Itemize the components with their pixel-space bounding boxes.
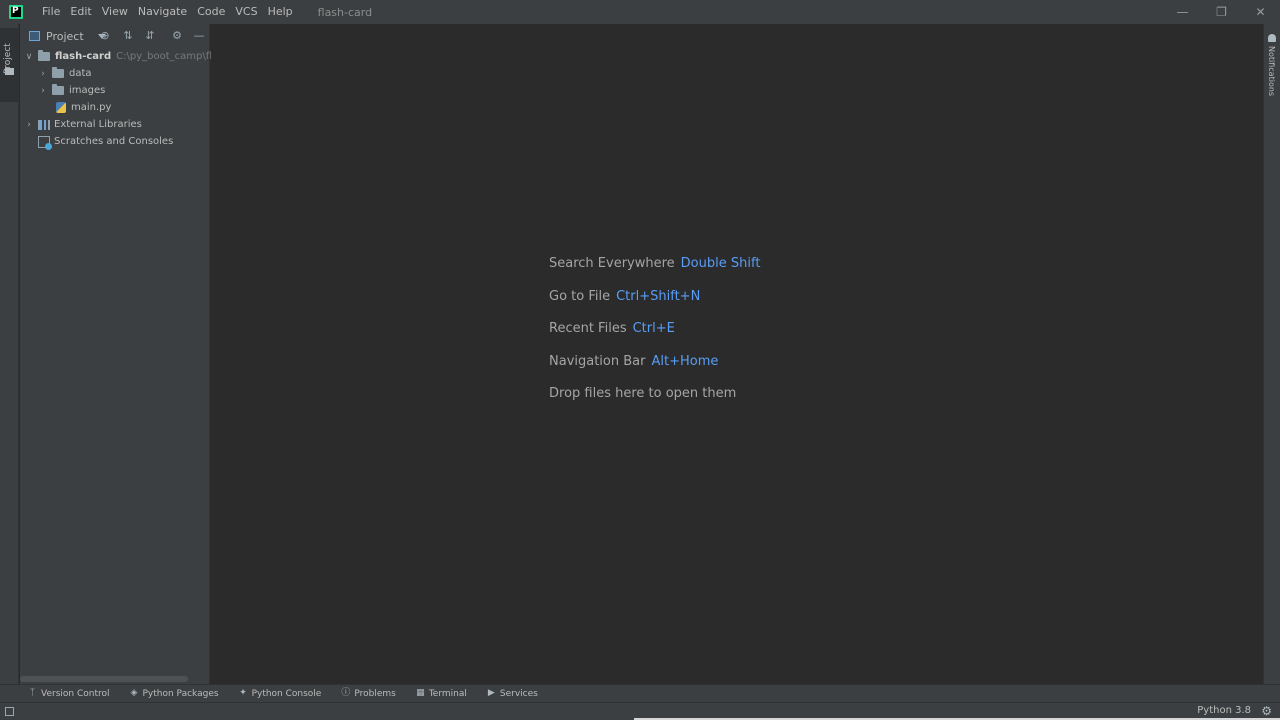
- restore-icon[interactable]: ❐: [1202, 0, 1241, 24]
- right-tool-stripe: Notifications: [1263, 24, 1280, 684]
- services-icon: ▶: [487, 688, 495, 698]
- tree-item-data[interactable]: › data: [38, 65, 92, 82]
- tree-item-label: Scratches and Consoles: [54, 136, 174, 147]
- pycharm-logo-icon: P: [9, 5, 23, 19]
- tree-item-main-py[interactable]: main.py: [56, 99, 111, 116]
- project-panel-header: Project ⊕ ⇅ ⇵ ⚙ —: [20, 24, 209, 48]
- hint-shortcut: Ctrl+Shift+N: [616, 288, 701, 304]
- menu-edit[interactable]: Edit: [65, 0, 96, 24]
- window-title: flash-card: [317, 5, 373, 19]
- terminal-icon: ▦: [416, 688, 425, 698]
- collapse-all-icon[interactable]: ⇵: [143, 29, 157, 43]
- tool-label: Problems: [354, 688, 396, 699]
- hint-shortcut: Double Shift: [680, 256, 761, 271]
- tool-windows-toggle-icon[interactable]: [5, 707, 14, 716]
- hint-text: Go to File: [549, 288, 611, 304]
- hint-text: Search Everywhere: [549, 256, 675, 271]
- tree-item-external-libraries[interactable]: › External Libraries: [24, 116, 142, 133]
- tree-item-images[interactable]: › images: [38, 82, 105, 99]
- project-panel: Project ⊕ ⇅ ⇵ ⚙ — ∨ flash-card C:\py_boo…: [20, 24, 233, 684]
- menu-navigate[interactable]: Navigate: [133, 0, 192, 24]
- tool-terminal[interactable]: ▦ Terminal: [416, 689, 467, 699]
- left-tool-stripe: Project: [0, 24, 19, 684]
- hint-text: Drop files here to open them: [549, 386, 737, 402]
- tool-label: Python Packages: [142, 688, 219, 699]
- notifications-tab[interactable]: Notifications: [1267, 46, 1276, 96]
- editor-area[interactable]: Search Everywhere Double Shift Go to File…: [211, 24, 1263, 684]
- menu-view[interactable]: View: [97, 0, 133, 24]
- window-controls: — ❐ ✕: [1163, 0, 1280, 24]
- folder-icon: [38, 50, 50, 61]
- tree-item-label: flash-card: [55, 51, 112, 62]
- python-icon: ✦: [239, 688, 247, 698]
- tool-python-packages[interactable]: ◈ Python Packages: [130, 689, 219, 699]
- tree-item-label: main.py: [71, 102, 112, 113]
- empty-editor-hints: Search Everywhere Double Shift Go to File…: [549, 256, 760, 419]
- gear-icon[interactable]: ⚙: [170, 29, 184, 43]
- tool-services[interactable]: ▶ Services: [487, 689, 538, 699]
- hint-go-to-file: Go to File Ctrl+Shift+N: [549, 289, 760, 322]
- hide-icon[interactable]: —: [192, 29, 206, 43]
- folder-icon: [5, 68, 14, 75]
- close-icon[interactable]: ✕: [1241, 0, 1280, 24]
- python-interpreter[interactable]: Python 3.8: [1197, 705, 1251, 716]
- hint-recent-files: Recent Files Ctrl+E: [549, 321, 760, 354]
- folder-icon: [52, 67, 64, 78]
- tool-version-control[interactable]: ᛉ Version Control: [28, 689, 110, 699]
- bell-icon[interactable]: [1268, 34, 1276, 42]
- menu-code[interactable]: Code: [192, 0, 230, 24]
- tool-label: Python Console: [251, 688, 322, 699]
- bottom-tool-bar: ᛉ Version Control ◈ Python Packages ✦ Pytho…: [0, 684, 1280, 702]
- logo-letter: P: [12, 6, 19, 16]
- locate-icon[interactable]: ⊕: [98, 29, 112, 43]
- menu-vcs[interactable]: VCS: [230, 0, 262, 24]
- tree-item-flash-card[interactable]: ∨ flash-card C:\py_boot_camp\flash-: [24, 48, 233, 65]
- expand-all-icon[interactable]: ⇅: [121, 29, 135, 43]
- project-tool-tab[interactable]: Project: [0, 28, 19, 102]
- packages-icon: ◈: [130, 688, 138, 698]
- status-bar: Python 3.8 ⚙: [0, 702, 1280, 720]
- scratches-icon: [38, 135, 52, 150]
- library-icon: [38, 119, 50, 130]
- chevron-down-icon[interactable]: ∨: [24, 52, 34, 62]
- tool-label: Version Control: [41, 688, 110, 699]
- tool-python-console[interactable]: ✦ Python Console: [239, 688, 322, 699]
- project-view-icon: [29, 31, 40, 41]
- hint-shortcut: Alt+Home: [651, 353, 719, 369]
- tool-label: Terminal: [428, 688, 467, 699]
- tree-item-label: data: [69, 68, 92, 79]
- tool-label: Services: [499, 688, 538, 699]
- main-menu: File Edit View Navigate Code VCS Help: [37, 0, 298, 24]
- menu-file[interactable]: File: [37, 0, 65, 24]
- chevron-right-icon[interactable]: ›: [24, 120, 34, 130]
- tree-item-label: images: [69, 85, 106, 96]
- title-bar: P File Edit View Navigate Code VCS Help …: [0, 0, 1280, 24]
- hint-navigation-bar: Navigation Bar Alt+Home: [549, 354, 760, 387]
- branch-icon: ᛉ: [29, 688, 36, 698]
- problems-icon: ⓘ: [341, 688, 351, 698]
- tree-item-label: External Libraries: [54, 119, 142, 130]
- chevron-right-icon[interactable]: ›: [38, 86, 48, 96]
- hint-shortcut: Ctrl+E: [632, 321, 675, 337]
- gear-icon[interactable]: ⚙: [1261, 704, 1272, 718]
- hint-text: Navigation Bar: [549, 353, 646, 369]
- project-panel-title[interactable]: Project: [46, 30, 84, 43]
- minimize-icon[interactable]: —: [1163, 0, 1202, 24]
- python-file-icon: [56, 102, 66, 113]
- tool-problems[interactable]: ⓘ Problems: [341, 689, 395, 699]
- hint-drop-files: Drop files here to open them: [549, 386, 760, 419]
- tree-item-scratches[interactable]: Scratches and Consoles: [38, 133, 173, 150]
- chevron-right-icon[interactable]: ›: [38, 69, 48, 79]
- horizontal-scrollbar[interactable]: [20, 676, 188, 682]
- menu-help[interactable]: Help: [263, 0, 298, 24]
- folder-icon: [52, 84, 64, 95]
- hint-text: Recent Files: [549, 321, 627, 337]
- hint-search-everywhere: Search Everywhere Double Shift: [549, 256, 760, 289]
